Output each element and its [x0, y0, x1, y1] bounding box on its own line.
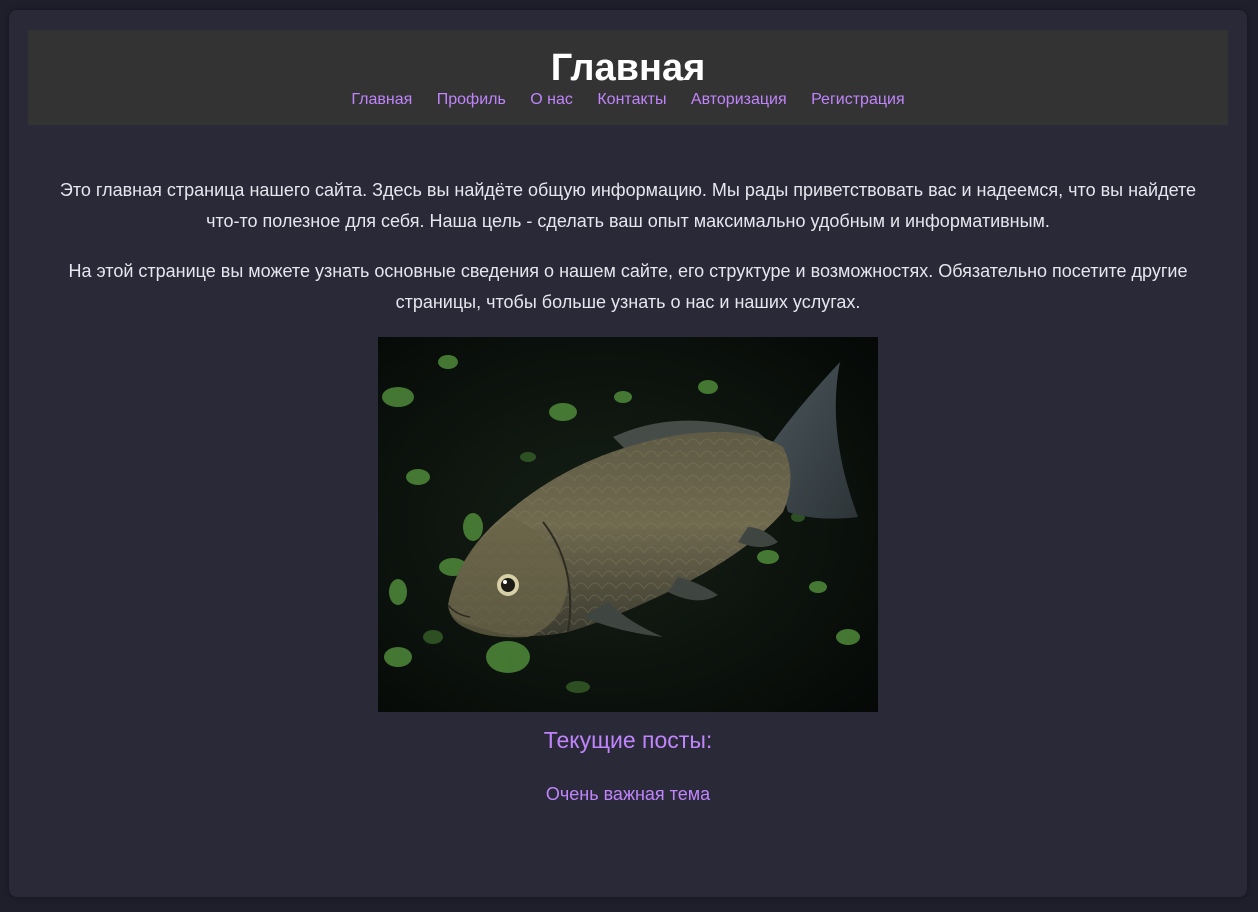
nav-link-contacts[interactable]: Контакты: [597, 91, 666, 108]
intro-paragraph: На этой странице вы можете узнать основн…: [68, 261, 1188, 312]
post-link[interactable]: Очень важная тема: [546, 784, 710, 804]
posts-heading: Текущие посты:: [543, 727, 713, 753]
page-title: Главная: [550, 47, 706, 89]
post-list: Очень важная тема: [9, 782, 1247, 806]
nav-link-about[interactable]: О нас: [530, 91, 573, 108]
nav-link-home[interactable]: Главная: [351, 91, 412, 108]
nav-link-login[interactable]: Авторизация: [691, 91, 787, 108]
page-card: Главная Главная Профиль О нас Контакты А…: [9, 10, 1247, 897]
nav-link-profile[interactable]: Профиль: [437, 91, 506, 108]
main-nav: Главная Профиль О нас Контакты Авторизац…: [28, 90, 1228, 110]
fish-image: [378, 337, 878, 712]
site-header: Главная Главная Профиль О нас Контакты А…: [28, 30, 1228, 125]
intro-paragraph: Это главная страница нашего сайта. Здесь…: [59, 180, 1197, 231]
nav-link-register[interactable]: Регистрация: [811, 91, 905, 108]
